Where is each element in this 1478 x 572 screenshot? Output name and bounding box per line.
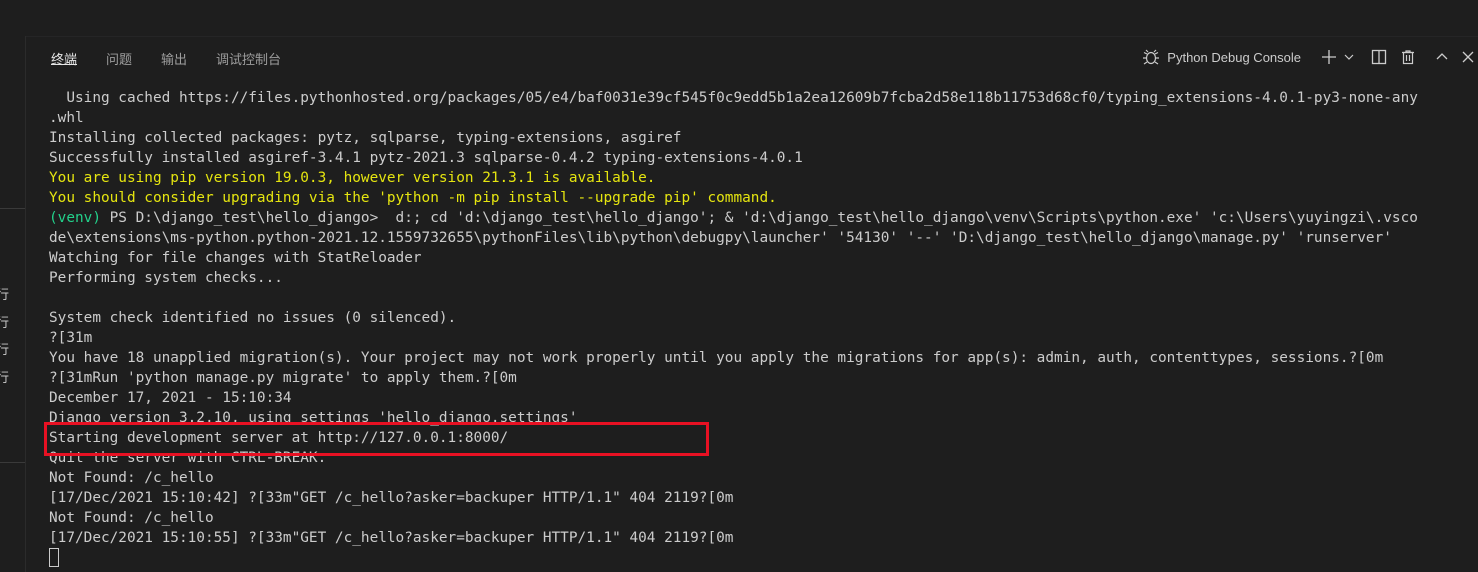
split-terminal-button[interactable] (1366, 44, 1392, 70)
terminal-line-text: You should consider upgrading via the 'p… (49, 190, 777, 206)
panel-tabs: 终端 问题 输出 调试控制台 (26, 37, 285, 77)
terminal-line-text: [17/Dec/2021 15:10:55] ?[33m"GET /c_hell… (49, 530, 734, 546)
terminal-line: You have 18 unapplied migration(s). Your… (49, 348, 1474, 368)
plus-icon (1322, 50, 1336, 64)
close-icon (1462, 51, 1474, 63)
chevron-down-icon (1344, 54, 1354, 60)
gutter-label: 行 (0, 316, 10, 331)
terminal-line-text: Not Found: /c_hello (49, 510, 214, 526)
terminal-line: .whl (49, 108, 1474, 128)
terminal-line: Not Found: /c_hello (49, 508, 1474, 528)
left-sidebar-edge: 行 行 行 行 (0, 36, 26, 572)
terminal-line-text: Successfully installed asgiref-3.4.1 pyt… (49, 150, 803, 166)
annotation-highlight-box (44, 422, 709, 456)
terminal-line: Successfully installed asgiref-3.4.1 pyt… (49, 148, 1474, 168)
terminal-line: ?[31mRun 'python manage.py migrate' to a… (49, 368, 1474, 388)
terminal-line-text: Installing collected packages: pytz, sql… (49, 130, 682, 146)
terminal-line-text: ?[31mRun 'python manage.py migrate' to a… (49, 370, 517, 386)
terminal-line-text: Performing system checks... (49, 270, 283, 286)
terminal-line-text: Watching for file changes with StatReloa… (49, 250, 422, 266)
chevron-up-icon (1436, 53, 1448, 60)
trash-icon (1402, 50, 1414, 65)
terminal-line: Watching for file changes with StatReloa… (49, 248, 1474, 268)
terminal-panel: 终端 问题 输出 调试控制台 Python Debug Console Usin… (26, 37, 1478, 572)
gutter-divider (0, 462, 25, 463)
tab-problems[interactable]: 问题 (106, 37, 132, 68)
terminal-line-text: de\extensions\ms-python.python-2021.12.1… (49, 230, 1392, 246)
terminal-line: ?[31m (49, 328, 1474, 348)
terminal-line-text: ?[31m (49, 330, 93, 346)
terminal-select-dropdown[interactable]: Python Debug Console (1141, 47, 1301, 67)
terminal-line-text: PS D:\django_test\hello_django> d:; cd '… (100, 210, 1418, 226)
terminal-line-text: December 17, 2021 - 15:10:34 (49, 390, 292, 406)
gutter-label: 行 (0, 288, 10, 303)
terminal-line: Using cached https://files.pythonhosted.… (49, 88, 1474, 108)
kill-terminal-button[interactable] (1395, 44, 1421, 70)
gutter-label: 行 (0, 371, 10, 386)
terminal-line-text: You have 18 unapplied migration(s). Your… (49, 350, 1384, 366)
terminal-line-text: Using cached https://files.pythonhosted.… (49, 90, 1418, 106)
debug-bug-icon (1143, 49, 1160, 65)
terminal-line: de\extensions\ms-python.python-2021.12.1… (49, 228, 1474, 248)
terminal-line: [17/Dec/2021 15:10:55] ?[33m"GET /c_hell… (49, 528, 1474, 548)
terminal-line: Performing system checks... (49, 268, 1474, 288)
terminal-line-text: [17/Dec/2021 15:10:42] ?[33m"GET /c_hell… (49, 490, 734, 506)
maximize-panel-button[interactable] (1429, 44, 1455, 70)
terminal-line: Not Found: /c_hello (49, 468, 1474, 488)
split-icon (1371, 49, 1387, 65)
terminal-line-text: System check identified no issues (0 sil… (49, 310, 457, 326)
terminal-line-text: You are using pip version 19.0.3, howeve… (49, 170, 656, 186)
terminal-line: Installing collected packages: pytz, sql… (49, 128, 1474, 148)
terminal-line: System check identified no issues (0 sil… (49, 308, 1474, 328)
tab-terminal[interactable]: 终端 (51, 37, 78, 68)
terminal-line: December 17, 2021 - 15:10:34 (49, 388, 1474, 408)
panel-actions: Python Debug Console (1141, 37, 1478, 77)
terminal-line: You should consider upgrading via the 'p… (49, 188, 1474, 208)
terminal-output[interactable]: Using cached https://files.pythonhosted.… (49, 88, 1474, 568)
tab-debug-console[interactable]: 调试控制台 (216, 37, 281, 68)
window-top-strip (0, 0, 1478, 37)
terminal-line: (venv) PS D:\django_test\hello_django> d… (49, 208, 1474, 228)
terminal-prompt-line (49, 548, 1474, 568)
gutter-label: 行 (0, 343, 10, 358)
terminal-line: [17/Dec/2021 15:10:42] ?[33m"GET /c_hell… (49, 488, 1474, 508)
gutter-divider (0, 208, 25, 209)
new-terminal-button[interactable] (1316, 44, 1342, 70)
tab-output[interactable]: 输出 (161, 37, 187, 68)
terminal-line-text: Not Found: /c_hello (49, 470, 214, 486)
terminal-profile-dropdown[interactable] (1342, 44, 1356, 70)
terminal-select-label: Python Debug Console (1167, 49, 1301, 65)
close-panel-button[interactable] (1458, 44, 1478, 70)
terminal-cursor (49, 548, 59, 567)
terminal-line-text: .whl (49, 110, 84, 126)
terminal-line: You are using pip version 19.0.3, howeve… (49, 168, 1474, 188)
venv-prefix: (venv) (49, 210, 101, 226)
